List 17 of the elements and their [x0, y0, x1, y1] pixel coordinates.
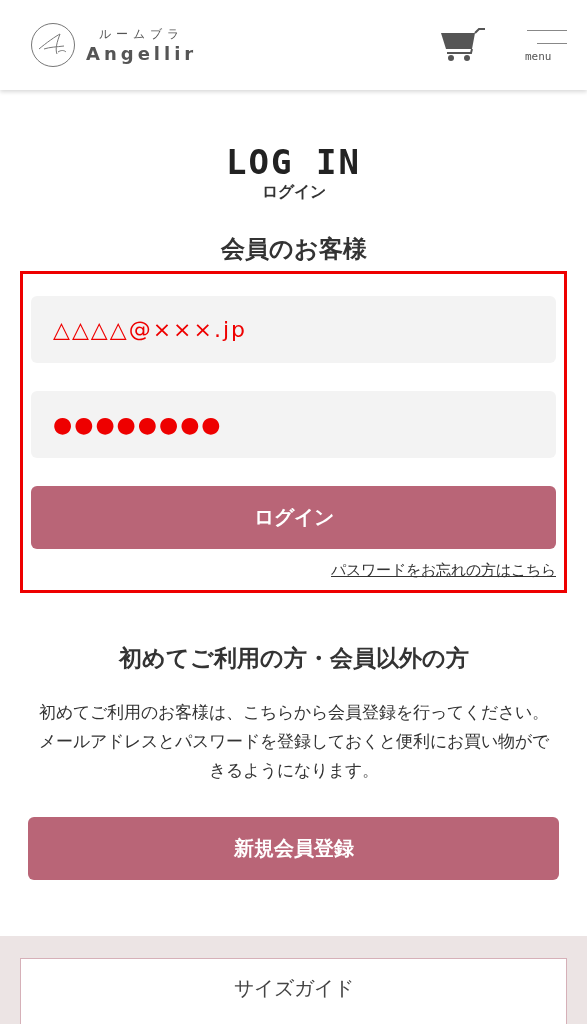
forgot-password-link[interactable]: パスワードをお忘れの方はこちら [331, 561, 556, 580]
page-subtitle: ログイン [261, 182, 326, 203]
brand-subtitle: ルームブラ [99, 26, 185, 43]
guest-description: 初めてご利用のお客様は、こちらから会員登録を行ってください。 [37, 701, 550, 724]
input-field[interactable]: △△△△@×××.jp [31, 296, 556, 363]
input-field[interactable]: ●●●●●●●● [31, 391, 556, 458]
cart-icon[interactable] [441, 27, 485, 63]
login-button[interactable]: ログイン [31, 486, 556, 549]
guest-description: メールアドレスとパスワードを登録しておくと便利にお買い物ができるようになります。 [37, 729, 550, 782]
page-title: LOG IN [226, 142, 361, 182]
logo-icon [30, 22, 76, 68]
brand-name: Angellir [86, 43, 198, 64]
section-heading: 会員のお客様 [220, 234, 367, 265]
register-button[interactable]: 新規会員登録 [28, 816, 559, 880]
section-heading: 初めてご利用の方・会員以外の方 [118, 644, 469, 673]
menu-button[interactable]: menu [525, 27, 567, 63]
size-guide-button[interactable]: サイズガイド [20, 957, 567, 1024]
